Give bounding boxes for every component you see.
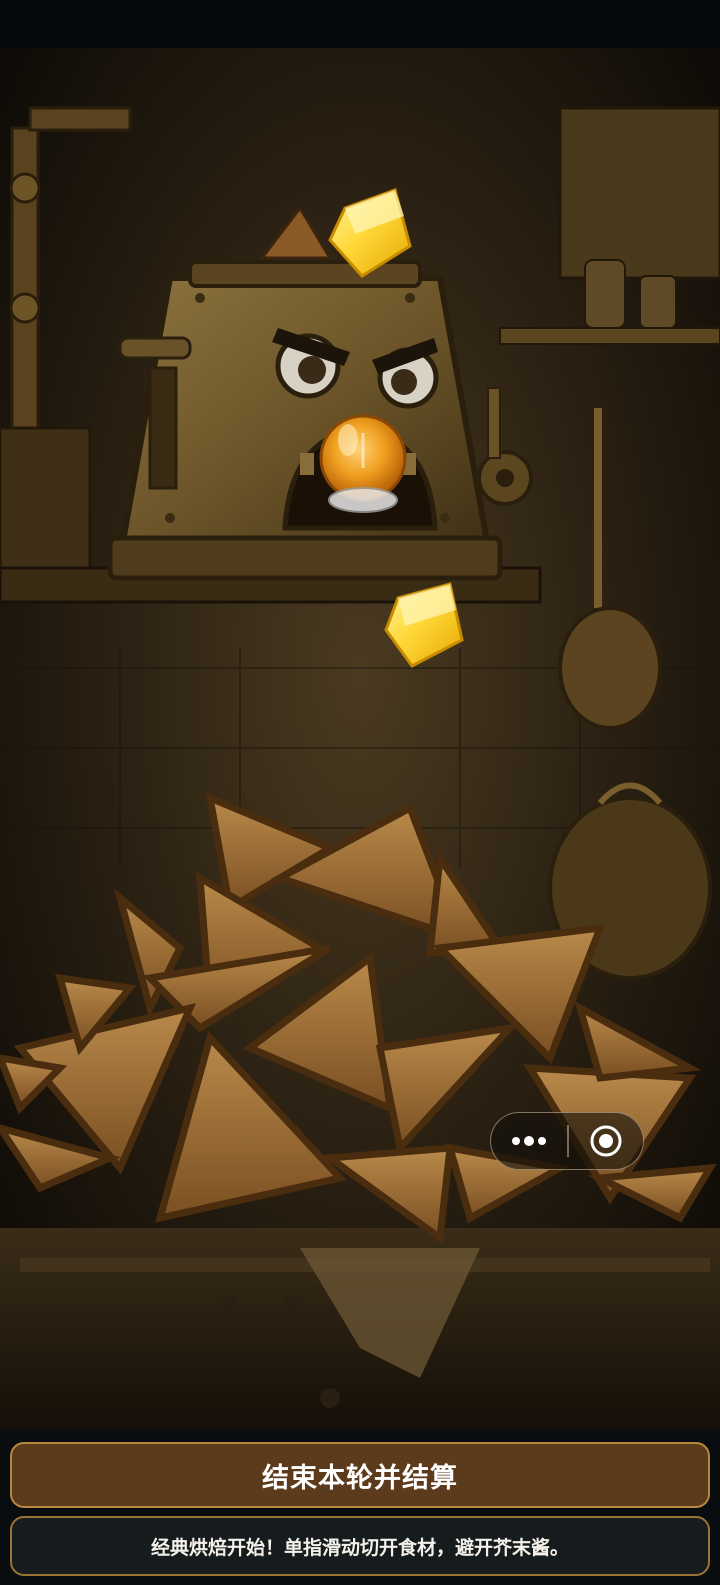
instruction-hint: 经典烘焙开始！单指滑动切开食材，避开芥末酱。 [10, 1516, 710, 1576]
target-circle-icon [590, 1125, 622, 1157]
status-bar [0, 0, 720, 48]
more-options-button[interactable] [491, 1113, 567, 1169]
mini-program-capsule [490, 1112, 644, 1170]
bottom-panel: 结束本轮并结算 经典烘焙开始！单指滑动切开食材，避开芥末酱。 [0, 1430, 720, 1585]
close-mini-program-button[interactable] [569, 1113, 644, 1169]
end-round-button[interactable]: 结束本轮并结算 [10, 1442, 710, 1508]
syrup-jar [319, 414, 407, 513]
three-dots-icon [512, 1136, 546, 1146]
game-scene[interactable] [0, 48, 720, 1430]
